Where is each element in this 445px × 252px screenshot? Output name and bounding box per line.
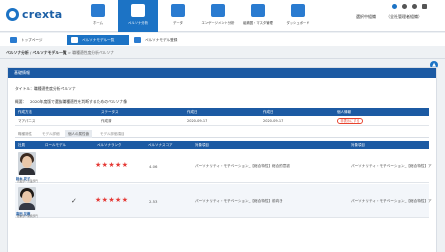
menu-icon[interactable] (422, 4, 427, 9)
nav-tab-data[interactable]: データ (158, 0, 198, 32)
title-value: 職種適性度分析ペルソナ (34, 86, 76, 91)
info-cell: 2020-09-17 (263, 119, 284, 123)
info-header-cell: ステータス (101, 110, 119, 114)
nav-tab-label: データ (173, 21, 183, 25)
nav-tab-label: ホーム (93, 21, 103, 25)
table-row[interactable]: 高田 友樹 技術部 / 開発部門 ✓ ★★★★★ 2.53 パーソナリティ・モチ… (15, 184, 432, 218)
basic-info-card: 基礎情報 タイトル： 職種適性度分析ペルソナ 概要： 2020年度版で選抜職種適… (7, 67, 437, 252)
home-icon (10, 37, 17, 43)
breadcrumb-arrow: > (67, 50, 72, 55)
avatar (18, 187, 36, 210)
logo-text: crexta (22, 8, 63, 21)
table-header-cell: ロールモデル (45, 143, 66, 147)
nav-tab-persona[interactable]: ペルソナ分析 (118, 0, 158, 32)
nav-tab-label: エンゲージメント分析 (201, 21, 235, 25)
target-item: パーソナリティ・モチベーション_【総合特性】総合的意欲 (195, 164, 290, 168)
card-title: 基礎情報 (8, 68, 436, 78)
persona-score: 4.06 (149, 164, 158, 169)
breadcrumb-item[interactable]: ペルソナ分析 (6, 50, 29, 55)
app-root: crexta ホーム ペルソナ分析 データ エンゲージメント分析 組織図・マスタ… (0, 0, 445, 252)
persona-icon (131, 4, 145, 17)
persona-rank-stars: ★★★★★ (95, 196, 129, 204)
help-icon[interactable] (402, 4, 407, 9)
table-header-cell: ペルソナランク (97, 143, 122, 147)
tenant-value[interactable]: （全社管理者組織） (386, 14, 422, 20)
persona-score: 2.53 (149, 199, 158, 204)
dashboard-icon (291, 4, 305, 17)
role-model-check-icon: ✓ (71, 197, 77, 205)
nav-tab-engagement[interactable]: エンゲージメント分析 (198, 0, 238, 32)
title-label: タイトル： (15, 86, 34, 91)
tab-job-aptitude[interactable]: 職種適性 (15, 130, 35, 138)
employee-dept: 営業部 / 営業部門 (17, 180, 38, 183)
top-header: crexta ホーム ペルソナ分析 データ エンゲージメント分析 組織図・マスタ… (0, 0, 445, 32)
subnav-label: トップページ (21, 37, 43, 42)
bell-icon[interactable] (392, 4, 397, 9)
nav-tab-home[interactable]: ホーム (78, 0, 118, 32)
subnav-top-page[interactable]: トップページ (6, 35, 66, 45)
info-table-header: 作成方法 ステータス 作成日 作成日 個人情報 (15, 108, 429, 116)
nav-tab-org[interactable]: 組織図・マスタ管理 (238, 0, 278, 32)
table-header-cell: 対象項目 (351, 143, 365, 147)
info-cell: マアパニス (18, 119, 36, 123)
list-icon (71, 37, 78, 43)
breadcrumb: ペルソナ分析 / ペルソナモデル一覧 > 職種適性度分析ペルソナ (6, 50, 114, 56)
target-item: パーソナリティ・モチベーション_【総合特性】ア (351, 164, 432, 168)
persona-table-header: 社員 ロールモデル ペルソナランク ペルソナスコア 対象項目 対象項目 (15, 141, 429, 149)
summary-value: 2020年度版で選抜職種適性を判断するためのペルソナ像 (30, 99, 127, 104)
nav-tab-label: ペルソナ分析 (128, 21, 148, 25)
target-item: パーソナリティ・モチベーション_【総合特性】前向き (195, 199, 283, 203)
tab-individual-attributes[interactable]: 個人の属性値 (65, 130, 92, 138)
org-chart-icon (251, 4, 265, 17)
breadcrumb-separator: / (30, 50, 32, 55)
user-icon[interactable] (412, 4, 417, 9)
tenant-label: 選択中組織 (356, 14, 376, 19)
hide-personal-info-button[interactable]: 非表示にする (337, 118, 363, 124)
tab-model-evaluation[interactable]: モデル評価項目 (97, 130, 128, 138)
breadcrumb-current: 職種適性度分析ペルソナ (72, 50, 115, 55)
nav-tab-label: ダッシュボード (286, 21, 310, 25)
persona-rank-stars: ★★★★★ (95, 161, 129, 169)
employee-dept: 技術部 / 開発部門 (17, 215, 38, 218)
chart-icon (211, 4, 225, 17)
divider (0, 58, 445, 59)
home-icon (91, 4, 105, 17)
info-cell: 2020-09-17 (187, 119, 208, 123)
tab-model-detail[interactable]: モデル詳細 (39, 130, 63, 138)
tab-bar: 職種適性 モデル詳細 個人の属性値 モデル評価項目 (15, 130, 429, 138)
table-header-cell: ペルソナスコア (148, 143, 173, 147)
subnav-label: ペルソナモデル登録 (145, 37, 178, 42)
nav-tab-dashboard[interactable]: ダッシュボード (278, 0, 318, 32)
table-header-cell: 対象項目 (195, 143, 209, 147)
avatar (18, 152, 36, 175)
info-header-cell: 個人情報 (337, 110, 351, 114)
breadcrumb-item[interactable]: ペルソナモデル一覧 (33, 50, 67, 55)
summary-label: 概要： (15, 99, 27, 104)
logo[interactable]: crexta (6, 8, 62, 21)
subnav-persona-register[interactable]: ペルソナモデル登録 (130, 35, 192, 45)
info-header-cell: 作成日 (187, 110, 198, 114)
sub-navigation: トップページ ペルソナモデル一覧 ペルソナモデル登録 (0, 33, 445, 46)
add-persona-icon (134, 37, 141, 43)
subnav-persona-list[interactable]: ペルソナモデル一覧 (67, 35, 129, 45)
crexta-logo-icon (6, 8, 19, 21)
info-header-cell: 作成方法 (18, 110, 32, 114)
target-item: パーソナリティ・モチベーション_【総合特性】ア (351, 199, 432, 203)
info-table-row: マアパニス 作成済 2020-09-17 2020-09-17 非表示にする (15, 116, 429, 126)
database-icon (171, 4, 185, 17)
table-row[interactable]: 鈴木 花子 営業部 / 営業部門 ★★★★★ 4.06 パーソナリティ・モチベー… (15, 149, 432, 183)
info-header-cell: 作成日 (263, 110, 274, 114)
subnav-label: ペルソナモデル一覧 (82, 37, 115, 42)
table-header-cell: 社員 (18, 143, 25, 147)
nav-tab-label: 組織図・マスタ管理 (243, 21, 273, 25)
info-cell: 作成済 (101, 119, 112, 123)
